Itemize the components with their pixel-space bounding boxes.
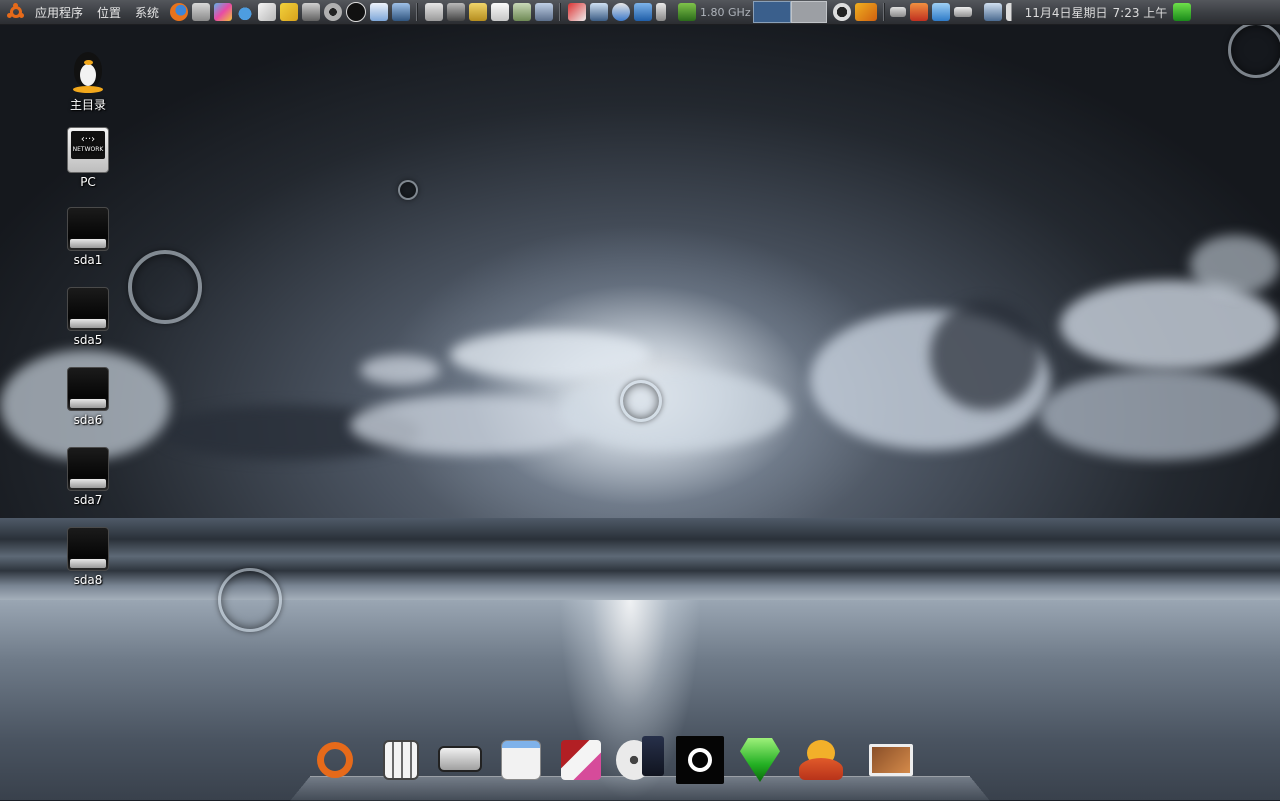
desktop-icon-label: sda7 <box>73 493 103 507</box>
desktop-icon-sda8[interactable]: sda8 <box>48 527 128 587</box>
pencil-icon[interactable] <box>280 3 299 21</box>
places-menu[interactable]: 位置 <box>90 4 128 21</box>
drive-sda1-icon <box>67 207 109 251</box>
amarok-dock-icon[interactable] <box>676 736 724 784</box>
user-switch-icon[interactable] <box>909 3 928 21</box>
trash-icon[interactable] <box>192 3 211 21</box>
keyboard-icon[interactable] <box>889 7 906 17</box>
running-man-icon[interactable] <box>1173 3 1192 21</box>
emerald-icon[interactable] <box>736 736 784 784</box>
media-icon[interactable] <box>324 3 343 21</box>
terminal-icon[interactable] <box>447 3 466 21</box>
cloud <box>1040 370 1280 460</box>
network-connection-icon[interactable] <box>983 3 1002 21</box>
update-icon[interactable] <box>832 3 851 21</box>
drive-sda7-icon <box>67 447 109 491</box>
desktop-icon-sda5[interactable]: sda5 <box>48 287 128 347</box>
water-drop <box>1228 22 1280 78</box>
drive-sda5-icon <box>67 287 109 331</box>
panel-separator <box>882 3 884 21</box>
desktop-icon-label: sda1 <box>73 253 103 267</box>
applications-menu[interactable]: 应用程序 <box>28 4 90 21</box>
desktop-icon-sda1[interactable]: sda1 <box>48 207 128 267</box>
cpu-chip-icon <box>678 3 697 21</box>
water-drop <box>218 568 282 632</box>
paint-icon[interactable] <box>214 3 233 21</box>
desktop-wallpaper <box>0 0 1280 800</box>
desktop-icon-label: sda6 <box>73 413 103 427</box>
desktop-icon-sda6[interactable]: sda6 <box>48 367 128 427</box>
water-drop <box>620 380 662 422</box>
desktop-icon-home[interactable]: 主目录 <box>48 50 128 113</box>
water-drop <box>398 180 418 200</box>
image-viewer-icon[interactable] <box>867 736 915 784</box>
package-icon[interactable] <box>568 3 587 21</box>
desktop-icon-label: sda5 <box>73 333 103 347</box>
preferences-icon[interactable] <box>497 736 545 784</box>
drive-small-icon[interactable] <box>953 7 972 17</box>
launcher-bar-3 <box>566 3 668 21</box>
box-icon[interactable] <box>634 3 653 21</box>
drive-sda6-icon <box>67 367 109 411</box>
water-drop <box>128 250 202 324</box>
system-menu[interactable]: 系统 <box>128 4 166 21</box>
panel-separator <box>559 3 561 21</box>
amarok-icon[interactable] <box>346 2 367 22</box>
date-display[interactable]: 11月4日星期日 <box>1025 4 1108 21</box>
monitor-icon[interactable] <box>590 3 609 21</box>
cloud <box>450 330 650 380</box>
desktop-icon-label: 主目录 <box>69 98 106 112</box>
media-player-icon[interactable] <box>616 736 664 784</box>
clipboard-icon[interactable] <box>931 3 950 21</box>
calculator-icon[interactable] <box>377 736 425 784</box>
cloud <box>930 300 1040 410</box>
panel-separator <box>416 3 418 21</box>
cloud <box>350 395 590 455</box>
installer-icon[interactable] <box>557 736 605 784</box>
desktop-icon-label: sda8 <box>73 573 103 587</box>
volume-icon[interactable] <box>1005 3 1020 21</box>
ubuntu-icon[interactable] <box>311 736 359 784</box>
home-folder-icon[interactable] <box>425 3 444 21</box>
gedit-note-icon[interactable] <box>258 3 277 21</box>
mail-notify-icon[interactable] <box>854 3 877 21</box>
hardware-icon[interactable] <box>436 736 484 784</box>
weather-icon[interactable] <box>370 3 389 21</box>
network-monitor-icon[interactable] <box>392 3 411 21</box>
network-icon: ‹··› NETWORK <box>67 127 109 173</box>
lock-screen-icon[interactable] <box>469 3 488 21</box>
cloud <box>1190 235 1280 295</box>
printer-icon[interactable] <box>535 3 554 21</box>
tux-penguin-icon <box>68 50 108 94</box>
pidgin-icon[interactable] <box>797 736 845 784</box>
power-plug-icon[interactable] <box>656 3 667 21</box>
cloud <box>360 355 440 385</box>
text-editor-icon[interactable] <box>491 3 510 21</box>
launcher-bar <box>168 2 412 22</box>
firefox-icon[interactable] <box>170 3 189 21</box>
ubuntu-logo-icon[interactable] <box>7 3 24 20</box>
launcher-bar-2 <box>423 3 555 21</box>
time-display[interactable]: 7:23 上午 <box>1113 4 1168 21</box>
memory-load-graph[interactable] <box>790 1 827 23</box>
cpu-frequency: 1.80 GHz <box>700 5 751 19</box>
desktop-icon-sda7[interactable]: sda7 <box>48 447 128 507</box>
users-icon[interactable] <box>612 3 631 21</box>
calculator-small-icon[interactable] <box>513 3 532 21</box>
desktop-icon-network[interactable]: ‹··› NETWORK PC <box>48 127 128 189</box>
desktop-icon-label: PC <box>80 175 96 189</box>
top-panel: 应用程序 位置 系统 1.80 GHz 11月4日星期日 7:23 上午 <box>0 0 1280 25</box>
drive-sda8-icon <box>67 527 109 571</box>
camera-icon[interactable] <box>302 3 321 21</box>
cloud <box>560 370 790 450</box>
cpu-load-graph[interactable] <box>752 1 791 23</box>
water-drop-icon[interactable] <box>236 3 255 21</box>
ocean-waves <box>0 518 1280 603</box>
